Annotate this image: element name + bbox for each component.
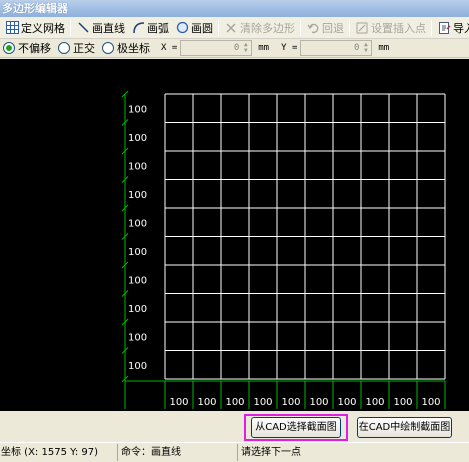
draw-arc-button[interactable]: 画弧 [128, 18, 172, 38]
undo-label: 回退 [322, 21, 344, 35]
y-value: 0 [353, 43, 360, 53]
x-value: 0 [233, 43, 240, 53]
orthogonal-radio[interactable] [58, 42, 70, 54]
toolbar-separator [218, 19, 219, 36]
column-dimension-label: 100 [309, 397, 328, 408]
status-coordinates: 坐标 (X: 1575 Y: 97) [0, 444, 118, 461]
row-dimension-label: 100 [128, 218, 147, 229]
status-bar: 坐标 (X: 1575 Y: 97) 命令：画直线 请选择下一点 [0, 442, 469, 462]
row-dimension-label: 100 [128, 190, 147, 201]
column-dimension-label: 100 [169, 397, 188, 408]
y-spinner-icon[interactable]: ▲ ▼ [361, 42, 370, 54]
draw-line-button[interactable]: 画直线 [73, 18, 128, 38]
polar-label: 极坐标 [117, 42, 150, 55]
column-dimension-label: 100 [365, 397, 384, 408]
no-offset-radio[interactable] [3, 42, 15, 54]
row-dimension-label: 100 [128, 304, 147, 315]
select-from-cad-button[interactable]: 从CAD选择截面图 [251, 417, 341, 438]
grid-drawing: 100 100 100 100 100 100 100 100 100 100 100 100 100 1… [121, 90, 446, 409]
insert-point-icon [355, 21, 369, 35]
circle-icon [175, 21, 189, 35]
column-dimension-label: 100 [225, 397, 244, 408]
row-dimension-label: 100 [128, 247, 147, 258]
row-dimension-label: 100 [128, 332, 147, 343]
draw-line-label: 画直线 [92, 21, 125, 35]
import-button[interactable]: 导入 [434, 18, 469, 38]
set-insert-point-label: 设置插入点 [371, 21, 426, 35]
row-dimension-label: 100 [128, 275, 147, 286]
toolbar: 定义网格 画直线 画弧 画圆 清除多边形 回退 设置插入点 导 [0, 17, 469, 39]
set-insert-point-button[interactable]: 设置插入点 [352, 18, 429, 38]
status-prompt: 请选择下一点 [241, 447, 301, 458]
y-input[interactable]: 0 ▲ ▼ [300, 40, 373, 56]
no-offset-label: 不偏移 [18, 42, 51, 55]
status-command: 命令：画直线 [118, 444, 238, 461]
draw-arc-label: 画弧 [147, 21, 169, 35]
row-dimension-label: 100 [128, 361, 147, 372]
column-dimension-label: 100 [253, 397, 272, 408]
polar-radio[interactable] [102, 42, 114, 54]
line-icon [76, 21, 90, 35]
undo-button[interactable]: 回退 [303, 18, 347, 38]
y-label: Y = [281, 43, 298, 53]
clear-polygon-label: 清除多边形 [240, 21, 295, 35]
grid-icon [5, 21, 19, 35]
toolbar-separator [300, 19, 301, 36]
import-label: 导入 [453, 21, 469, 35]
draw-circle-button[interactable]: 画圆 [172, 18, 216, 38]
x-input[interactable]: 0 ▲ ▼ [180, 40, 253, 56]
clear-x-icon [224, 21, 238, 35]
window-title: 多边形编辑器 [0, 0, 469, 17]
draw-circle-label: 画圆 [191, 21, 213, 35]
row-dimension-label: 100 [128, 104, 147, 115]
y-unit: mm [378, 43, 390, 53]
row-dimension-label: 100 [128, 133, 147, 144]
define-grid-label: 定义网格 [21, 21, 65, 35]
toolbar-separator [431, 19, 432, 36]
undo-icon [306, 21, 320, 35]
column-dimension-label: 100 [281, 397, 300, 408]
orthogonal-label: 正交 [73, 42, 95, 55]
row-dimension-label: 100 [128, 161, 147, 172]
import-icon [437, 21, 451, 35]
option-bar: 不偏移 正交 极坐标 X = 0 ▲ ▼ mm Y = 0 ▲ ▼ mm [0, 39, 469, 58]
drawing-canvas[interactable]: 100 100 100 100 100 100 100 100 100 100 100 100 100 1… [0, 59, 469, 411]
define-grid-button[interactable]: 定义网格 [2, 18, 68, 38]
toolbar-separator [349, 19, 350, 36]
button-bar: 从CAD选择截面图 在CAD中绘制截面图 [0, 411, 469, 442]
column-dimension-label: 100 [421, 397, 440, 408]
column-dimension-label: 100 [337, 397, 356, 408]
x-spinner-icon[interactable]: ▲ ▼ [241, 42, 250, 54]
column-dimension-label: 100 [393, 397, 412, 408]
column-dimension-label: 100 [197, 397, 216, 408]
x-unit: mm [258, 43, 270, 53]
toolbar-separator [70, 19, 71, 36]
clear-polygon-button[interactable]: 清除多边形 [221, 18, 298, 38]
x-label: X = [161, 43, 178, 53]
arc-icon [131, 21, 145, 35]
draw-in-cad-button[interactable]: 在CAD中绘制截面图 [357, 417, 452, 438]
